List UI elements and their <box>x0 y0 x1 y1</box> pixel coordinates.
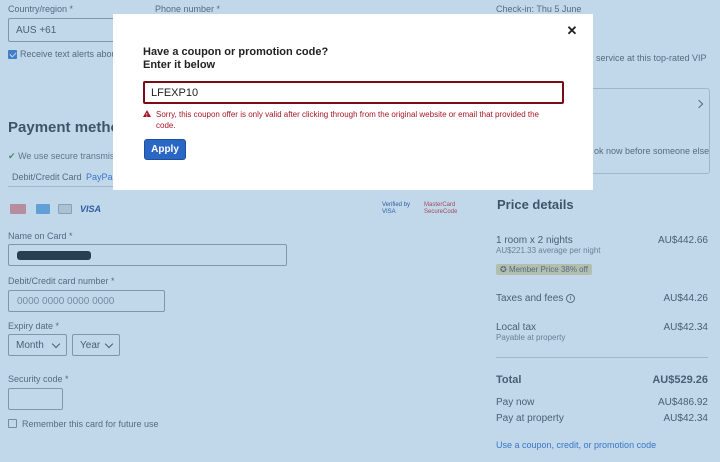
modal-title-line2: Enter it below <box>143 59 216 71</box>
close-icon[interactable]: ✕ <box>565 24 579 38</box>
apply-button[interactable]: Apply <box>144 139 186 160</box>
coupon-error-message: Sorry, this coupon offer is only valid a… <box>143 109 557 131</box>
warning-icon <box>143 110 151 122</box>
coupon-modal: ✕ Have a coupon or promotion code? Enter… <box>113 14 593 190</box>
modal-title-line1: Have a coupon or promotion code? <box>143 46 329 58</box>
modal-title: Have a coupon or promotion code? Enter i… <box>143 46 328 72</box>
coupon-error-text: Sorry, this coupon offer is only valid a… <box>156 110 540 130</box>
coupon-code-input[interactable] <box>143 81 564 104</box>
